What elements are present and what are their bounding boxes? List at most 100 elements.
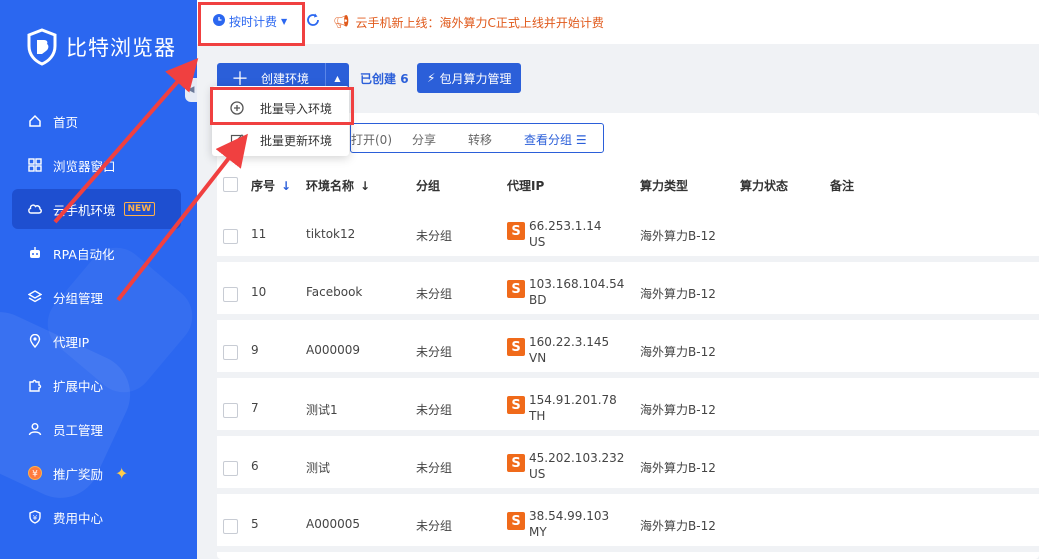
row-seq: 6 [251,459,259,473]
sidebar-item-label: 浏览器窗口 [53,158,116,174]
list-icon: ☰ [575,133,587,147]
refresh-icon[interactable] [305,12,321,28]
announcement-prefix: 云手机新上线： [355,16,440,30]
header-seq-label: 序号 [251,179,276,193]
sidebar-item-staff-management[interactable]: 员工管理 [0,407,197,451]
action-bar: 打开(0) 分享 转移 查看分组 ☰ [350,123,604,153]
row-compute-type: 海外算力B-12 [640,461,716,475]
sidebar-item-home[interactable]: 首页 [0,99,197,143]
row-group: 未分组 [416,519,453,533]
sidebar-item-label: 分组管理 [53,290,104,306]
location-icon [27,333,43,349]
sidebar-item-billing-center[interactable]: ¥ 费用中心 [0,495,197,539]
sidebar-item-extension-center[interactable]: 扩展中心 [0,363,197,407]
proxy-ip: 103.168.104.54 [529,277,625,291]
row-compute-type: 海外算力B-12 [640,229,716,243]
row-checkbox[interactable] [223,345,238,360]
row-name: A000009 [306,343,361,357]
svg-text:¥: ¥ [33,514,38,522]
row-checkbox[interactable] [223,229,238,244]
created-number: 6 [400,72,409,86]
header-seq[interactable]: 序号 ↓ [251,177,291,194]
megaphone-icon: 📢︎ [333,15,350,30]
sidebar-collapse-button[interactable]: ◀ [185,78,197,102]
announcement[interactable]: 📢︎ 云手机新上线： 海外算力C正式上线并开始计费 [333,14,604,31]
sidebar: 比特浏览器 首页 浏览器窗口 云手机环境 NEW RPA自动化 分组管理 代理I… [0,0,197,559]
proxy-country: TH [529,409,546,423]
monthly-compute-label: 包月算力管理 [439,71,512,86]
row-checkbox[interactable] [223,403,238,418]
row-proxy: S 103.168.104.54 BD [507,276,624,308]
sidebar-item-cloud-phone[interactable]: 云手机环境 NEW [12,189,181,229]
proxy-country: MY [529,525,547,539]
proxy-s-icon: S [507,280,525,298]
proxy-s-icon: S [507,396,525,414]
header-proxy: 代理IP [507,179,545,193]
sidebar-item-label: 员工管理 [53,422,104,438]
proxy-ip: 66.253.1.14 [529,219,602,233]
batch-update-label: 批量更新环境 [260,133,333,148]
row-checkbox[interactable] [223,287,238,302]
table-row[interactable]: 9 A000009 未分组 S 160.22.3.145 VN 海外算力B-12 [217,326,1039,378]
sort-down-icon: ↓ [281,179,292,193]
table-row[interactable]: 6 测试 未分组 S 45.202.103.232 US 海外算力B-12 [217,442,1039,494]
annotation-box-billing [198,2,305,46]
sidebar-item-group-management[interactable]: 分组管理 [0,275,197,319]
header-compute-type: 算力类型 [640,179,689,193]
row-group: 未分组 [416,345,453,359]
sidebar-item-label: 费用中心 [53,510,104,526]
chevron-left-icon: ◀ [187,85,195,95]
open-action[interactable]: 打开(0) [351,131,392,148]
header-group: 分组 [416,179,441,193]
created-count: 已创建 6 [360,70,409,87]
share-action[interactable]: 分享 [412,131,436,148]
table-row[interactable]: 7 测试1 未分组 S 154.91.201.78 TH 海外算力B-12 [217,384,1039,436]
proxy-s-icon: S [507,454,525,472]
row-name: tiktok12 [306,227,356,241]
sidebar-item-label: 推广奖励 [53,466,104,482]
row-proxy: S 66.253.1.14 US [507,218,602,250]
row-proxy: S 154.91.201.78 TH [507,392,617,424]
batch-update-menu-item[interactable]: 批量更新环境 [212,125,349,155]
sidebar-item-proxy-ip[interactable]: 代理IP [0,319,197,363]
logo-shield-icon [27,28,57,66]
row-compute-type: 海外算力B-12 [640,403,716,417]
sidebar-item-browser-window[interactable]: 浏览器窗口 [0,143,197,187]
table-row[interactable]: 5 A000005 未分组 S 38.54.99.103 MY 海外算力B-12 [217,500,1039,552]
row-seq: 10 [251,285,267,299]
caret-up-icon: ▲ [334,73,341,83]
sidebar-item-label: 云手机环境 [53,202,116,218]
table-row[interactable]: 10 Facebook 未分组 S 103.168.104.54 BD 海外算力B-… [217,268,1039,320]
row-checkbox[interactable] [223,461,238,476]
row-group: 未分组 [416,287,453,301]
view-group-action[interactable]: 查看分组 ☰ [524,131,587,148]
new-badge: NEW [123,202,156,216]
sidebar-item-label: RPA自动化 [53,246,115,262]
proxy-country: US [529,467,546,481]
sidebar-item-label: 扩展中心 [53,378,104,394]
row-checkbox[interactable] [223,519,238,534]
proxy-country: BD [529,293,547,307]
header-name[interactable]: 环境名称 ↓ [306,177,370,194]
row-proxy: S 38.54.99.103 MY [507,508,609,540]
monthly-compute-button[interactable]: ⚡︎ 包月算力管理 [417,63,522,93]
announcement-text: 海外算力C正式上线并开始计费 [439,16,604,30]
select-all-checkbox[interactable] [223,177,238,192]
proxy-ip: 154.91.201.78 [529,393,617,407]
user-icon [27,421,43,437]
cloud-icon [27,201,43,217]
app-title: 比特浏览器 [66,36,176,60]
table-row[interactable]: 11 tiktok12 未分组 S 66.253.1.14 US 海外算力B-12 [217,210,1039,262]
app-logo[interactable]: 比特浏览器 [26,28,176,66]
transfer-action[interactable]: 转移 [468,131,492,148]
puzzle-icon [27,377,43,393]
row-group: 未分组 [416,403,453,417]
row-seq: 9 [251,343,259,357]
header-name-label: 环境名称 [306,179,355,193]
row-group: 未分组 [416,229,453,243]
sidebar-item-rpa[interactable]: RPA自动化 [0,231,197,275]
row-name: 测试1 [306,403,338,417]
proxy-s-icon: S [507,512,525,530]
sidebar-item-referral-rewards[interactable]: ¥ 推广奖励 ✦ [0,451,197,495]
sidebar-item-label: 首页 [53,114,79,130]
